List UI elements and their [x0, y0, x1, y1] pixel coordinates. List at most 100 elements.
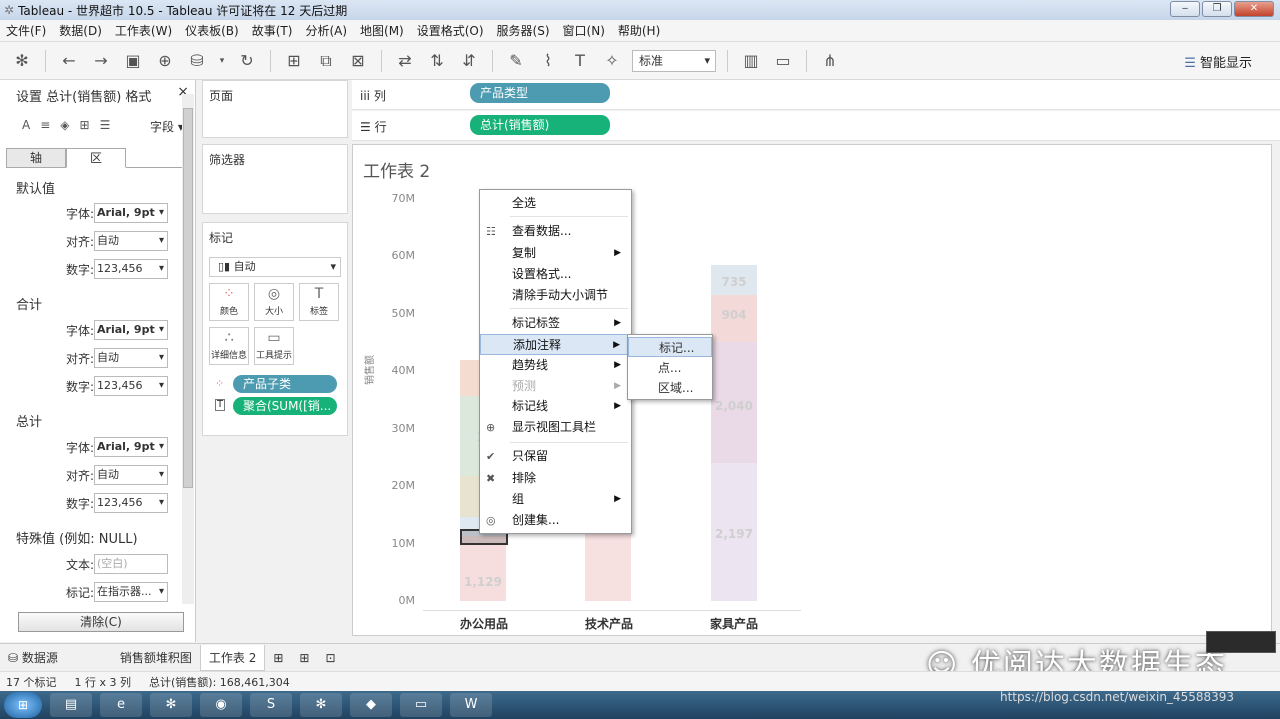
menu-map[interactable]: 地图(M) — [360, 22, 404, 39]
pin-icon[interactable]: ✧ — [600, 49, 624, 73]
bar-segment[interactable] — [460, 535, 506, 601]
menu-dashboard[interactable]: 仪表板(B) — [185, 22, 239, 39]
minimize-button[interactable]: ‒ — [1170, 1, 1200, 17]
detail-button[interactable]: ∴ 详细信息 — [209, 327, 249, 365]
default-number-select[interactable]: 123,456 — [94, 259, 168, 279]
menu-item-keep-only[interactable]: ✔ 只保留 — [480, 446, 631, 467]
scroll-thumb[interactable] — [183, 108, 193, 488]
fit-select[interactable]: 标准 — [632, 49, 716, 72]
default-font-select[interactable]: Arial, 9pt — [94, 203, 168, 223]
submenu-item-area[interactable]: 区域... — [628, 378, 712, 398]
smart-show-button[interactable]: ☰ 智能显示 — [1184, 52, 1252, 71]
highlight-icon[interactable]: ✎ — [504, 49, 528, 73]
new-datasource-icon[interactable]: ⊕ — [153, 49, 177, 73]
grand-total-number-select[interactable]: 123,456 — [94, 493, 168, 513]
menu-server[interactable]: 服务器(S) — [497, 22, 550, 39]
word-icon[interactable]: W — [450, 693, 492, 717]
explorer-icon[interactable]: ▤ — [50, 693, 92, 717]
tableau-logo-icon[interactable]: ✻ — [10, 49, 34, 73]
new-story-icon[interactable]: ⊡ — [317, 645, 343, 671]
color-button[interactable]: ⁘ 颜色 — [209, 283, 249, 321]
pill-total-sales[interactable]: 总计(销售额) — [470, 115, 610, 135]
window-icon[interactable]: ▭ — [400, 693, 442, 717]
swap-icon[interactable]: ⇄ — [393, 49, 417, 73]
sort-desc-icon[interactable]: ⇵ — [457, 49, 481, 73]
menu-file[interactable]: 文件(F) — [6, 22, 46, 39]
menu-format[interactable]: 设置格式(O) — [417, 22, 484, 39]
fields-dropdown[interactable]: 字段 ▾ — [150, 118, 184, 135]
pill-product-type[interactable]: 产品类型 — [470, 83, 610, 103]
show-cards-icon[interactable]: ▥ — [739, 49, 763, 73]
menu-item-group[interactable]: 组 ▶ — [480, 489, 631, 510]
share-icon[interactable]: ⋔ — [818, 49, 842, 73]
close-button[interactable]: ✕ — [1234, 1, 1274, 17]
pill-product-subcategory[interactable]: 产品子类 — [233, 375, 337, 393]
new-worksheet-icon[interactable]: ⊞ — [265, 645, 291, 671]
font-icon[interactable]: A — [22, 118, 30, 132]
tableau-window-icon[interactable]: ✻ — [300, 693, 342, 717]
menu-item-reference-lines[interactable]: 标记线 ▶ — [480, 396, 631, 417]
menu-window[interactable]: 窗口(N) — [563, 22, 605, 39]
label-icon[interactable]: T — [568, 49, 592, 73]
menu-item-copy[interactable]: 复制 ▶ — [480, 243, 631, 264]
tab-axis[interactable]: 轴 — [6, 148, 66, 168]
clear-sheet-icon[interactable]: ⊠ — [346, 49, 370, 73]
forward-arrow-icon[interactable]: → — [89, 49, 113, 73]
new-dashboard-icon[interactable]: ⊞ — [291, 645, 317, 671]
group-icon[interactable]: ⌇ — [536, 49, 560, 73]
tab-pane[interactable]: 区 — [66, 148, 126, 168]
shading-icon[interactable]: ◈ — [60, 118, 69, 132]
back-arrow-icon[interactable]: ← — [57, 49, 81, 73]
menu-help[interactable]: 帮助(H) — [618, 22, 660, 39]
menu-item-mark-labels[interactable]: 标记标签 ▶ — [480, 313, 631, 334]
submenu-item-mark[interactable]: 标记... — [628, 337, 712, 357]
mark-type-select[interactable]: ▯▮ 自动 — [209, 257, 341, 277]
menu-item-format[interactable]: 设置格式... — [480, 264, 631, 285]
tableau-icon[interactable]: ✻ — [150, 693, 192, 717]
menu-item-view-toolbar[interactable]: ⊕ 显示视图工具栏 — [480, 417, 631, 438]
chevron-down-icon[interactable]: ▾ — [217, 49, 227, 73]
duplicate-sheet-icon[interactable]: ⧉ — [314, 49, 338, 73]
menu-item-trend-lines[interactable]: 趋势线 ▶ — [480, 355, 631, 376]
total-align-select[interactable]: 自动 — [94, 348, 168, 368]
format-pane-scrollbar[interactable] — [182, 94, 194, 604]
menu-data[interactable]: 数据(D) — [59, 22, 102, 39]
menu-item-select-all[interactable]: 全选 — [480, 193, 631, 214]
windows-start-icon[interactable]: ⊞ — [4, 692, 42, 718]
menu-story[interactable]: 故事(T) — [252, 22, 293, 39]
new-worksheet-icon[interactable]: ⊞ — [282, 49, 306, 73]
presentation-icon[interactable]: ▭ — [771, 49, 795, 73]
tab-sales-stacked[interactable]: 销售额堆积图 — [112, 645, 200, 671]
menu-worksheet[interactable]: 工作表(W) — [115, 22, 172, 39]
total-font-select[interactable]: Arial, 9pt — [94, 320, 168, 340]
menu-item-create-set[interactable]: ◎ 创建集... — [480, 510, 631, 531]
total-number-select[interactable]: 123,456 — [94, 376, 168, 396]
label-button[interactable]: T 标签 — [299, 283, 339, 321]
ie-icon[interactable]: e — [100, 693, 142, 717]
tab-worksheet-2[interactable]: 工作表 2 — [199, 644, 266, 671]
menu-item-view-data[interactable]: ☷ 查看数据... — [480, 221, 631, 242]
save-icon[interactable]: ▣ — [121, 49, 145, 73]
sort-asc-icon[interactable]: ⇅ — [425, 49, 449, 73]
size-button[interactable]: ◎ 大小 — [254, 283, 294, 321]
app-icon[interactable]: ◆ — [350, 693, 392, 717]
default-align-select[interactable]: 自动 — [94, 231, 168, 251]
datasource-icon[interactable]: ⛁ — [185, 49, 209, 73]
tab-data-source[interactable]: ⛁ 数据源 — [0, 645, 66, 671]
menu-item-annotate[interactable]: 添加注释 ▶ — [480, 334, 631, 355]
tooltip-button[interactable]: ▭ 工具提示 — [254, 327, 294, 365]
menu-item-exclude[interactable]: ✖ 排除 — [480, 468, 631, 489]
lines-icon[interactable]: ☰ — [100, 118, 111, 132]
grand-total-align-select[interactable]: 自动 — [94, 465, 168, 485]
special-marks-select[interactable]: 在指示器... — [94, 582, 168, 602]
special-text-input[interactable]: (空白) — [94, 554, 168, 574]
menu-analysis[interactable]: 分析(A) — [305, 22, 347, 39]
app-s-icon[interactable]: S — [250, 693, 292, 717]
borders-icon[interactable]: ⊞ — [80, 118, 90, 132]
grand-total-font-select[interactable]: Arial, 9pt — [94, 437, 168, 457]
submenu-item-point[interactable]: 点... — [628, 358, 712, 378]
align-icon[interactable]: ≡ — [40, 118, 50, 132]
clear-button[interactable]: 清除(C) — [18, 612, 184, 632]
maximize-button[interactable]: ❐ — [1202, 1, 1232, 17]
pill-sum-sales[interactable]: 聚合(SUM([销... — [233, 397, 337, 415]
